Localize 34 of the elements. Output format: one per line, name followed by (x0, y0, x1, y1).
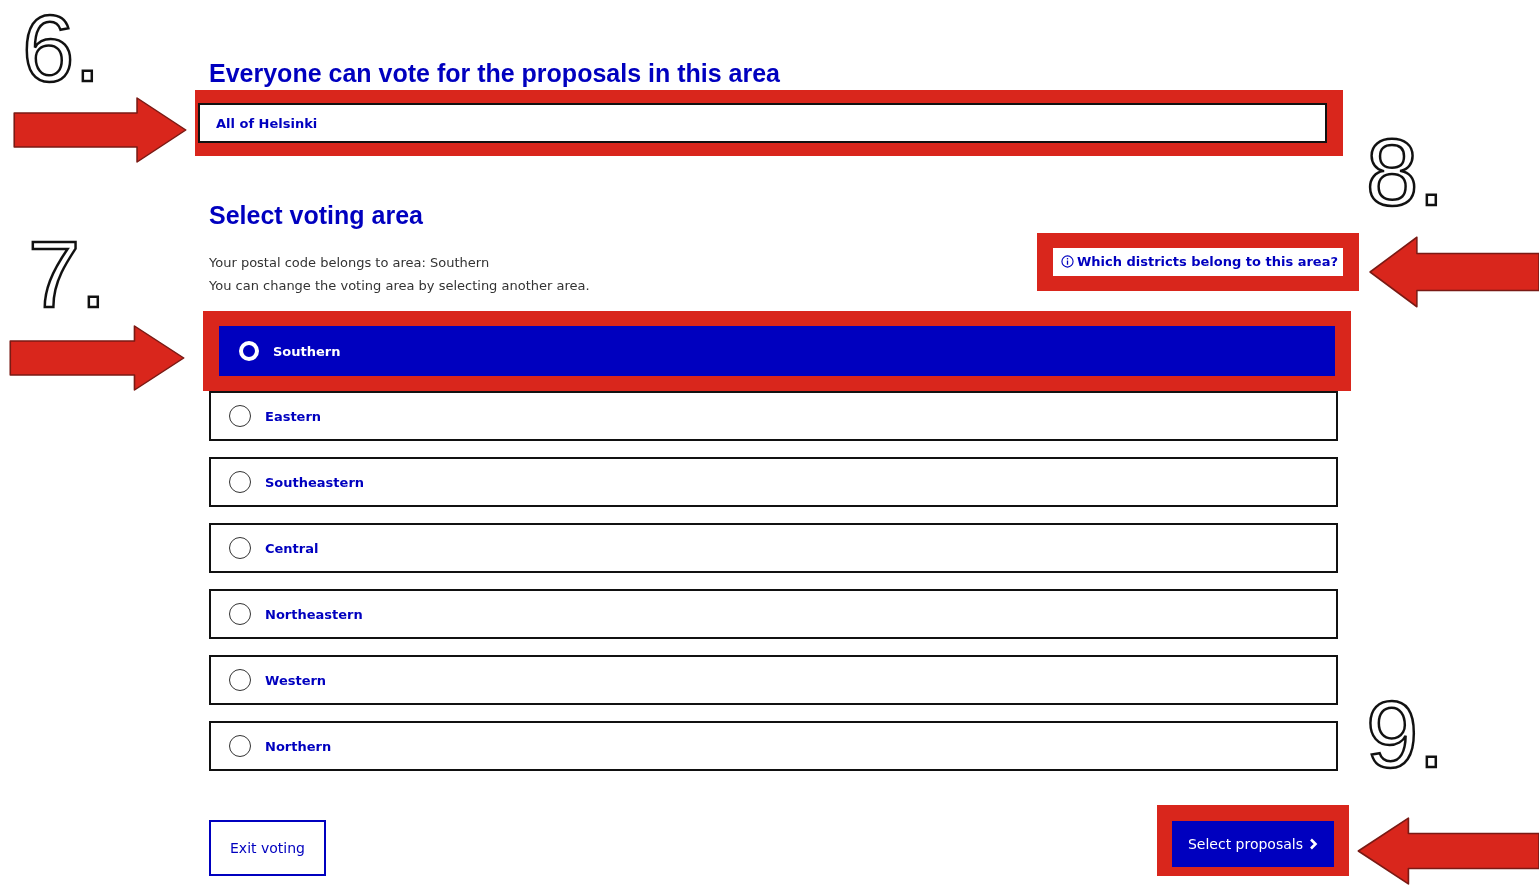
next-button[interactable]: Select proposals (1171, 821, 1334, 867)
radio-button[interactable] (229, 471, 251, 493)
option-label: Northeastern (265, 606, 363, 622)
area-field[interactable]: All of Helsinki (198, 103, 1327, 143)
info-text: You can change the voting area by selecting another area. (209, 277, 590, 295)
area-option[interactable]: Eastern (209, 391, 1338, 441)
exit-button[interactable]: Exit voting (209, 820, 326, 876)
info-text: Your postal code belongs to area: Southern (209, 254, 491, 272)
section-heading: Select voting area (209, 200, 424, 230)
chevron-icon (1309, 838, 1318, 850)
radio-button[interactable] (229, 735, 251, 757)
step-number: 8. (1366, 126, 1445, 220)
step-number: 7. (28, 228, 107, 322)
radio-button[interactable] (229, 537, 251, 559)
area-option[interactable]: Southeastern (209, 457, 1338, 507)
area-option[interactable]: Central (209, 523, 1338, 573)
area-option[interactable]: Northern (209, 721, 1338, 771)
districts-link[interactable]: Which districts belong to this area? (1052, 248, 1343, 276)
option-label: Southern (273, 343, 341, 359)
option-label: Central (265, 540, 319, 556)
radio-button[interactable] (229, 603, 251, 625)
area-option[interactable]: Northeastern (209, 589, 1338, 639)
option-label: Southeastern (265, 474, 365, 490)
option-label: Western (265, 672, 327, 688)
step-number: 6. (22, 2, 101, 96)
info-icon (1060, 255, 1074, 268)
option-label: Eastern (265, 408, 322, 424)
area-option[interactable]: Southern (219, 326, 1335, 376)
radio-button[interactable] (229, 405, 251, 427)
area-option[interactable]: Western (209, 655, 1338, 705)
radio-button[interactable] (229, 669, 251, 691)
step-number: 9. (1366, 688, 1445, 782)
section-heading: Everyone can vote for the proposals in this area (209, 58, 781, 88)
option-label: Northern (265, 738, 332, 754)
